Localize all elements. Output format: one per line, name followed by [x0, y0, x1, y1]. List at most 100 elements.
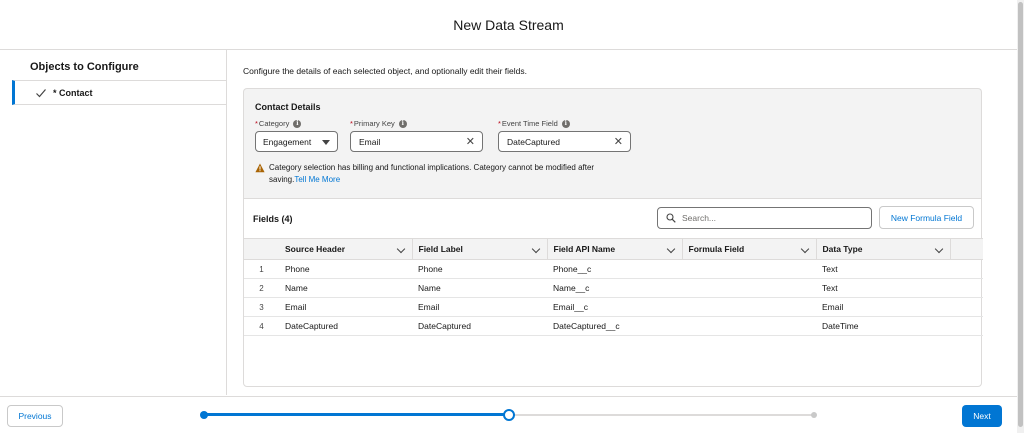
column-label: Source Header: [285, 244, 345, 254]
warning-icon: [255, 163, 265, 173]
clear-icon[interactable]: ✕: [614, 135, 623, 148]
required-marker: *: [255, 119, 258, 128]
progress-indicator: [200, 409, 817, 421]
column-header-source-header[interactable]: Source Header: [279, 238, 413, 260]
sidebar-heading: Objects to Configure: [30, 61, 139, 73]
primary-key-label: * Primary Key i: [350, 119, 407, 128]
formula-field-cell: [682, 278, 816, 298]
step-2-current[interactable]: [503, 409, 515, 421]
field-label-cell[interactable]: Phone: [412, 259, 547, 279]
formula-field-cell: [682, 316, 816, 336]
previous-button[interactable]: Previous: [7, 405, 63, 427]
column-header-field-api-name[interactable]: Field API Name: [547, 238, 683, 260]
field-label-cell[interactable]: Name: [412, 278, 547, 298]
table-row[interactable]: 3 Email Email Email__c Email: [244, 297, 983, 317]
event-time-label: * Event Time Field i: [498, 119, 570, 128]
event-time-value: DateCaptured: [507, 136, 560, 147]
table-row[interactable]: 2 Name Name Name__c Text: [244, 278, 983, 298]
source-header-cell: Phone: [279, 259, 412, 279]
info-icon[interactable]: i: [398, 119, 407, 128]
sidebar-item-label: * Contact: [53, 87, 93, 98]
modal-footer: Previous Next: [0, 396, 1017, 433]
column-header-formula-field[interactable]: Formula Field: [682, 238, 817, 260]
chevron-down-icon[interactable]: [666, 244, 675, 254]
primary-key-combobox[interactable]: Email ✕: [350, 131, 483, 152]
data-type-cell[interactable]: DateTime: [816, 316, 950, 336]
table-header-row: Source Header Field Label Field API Name…: [244, 238, 983, 260]
event-time-label-text: Event Time Field: [501, 119, 558, 128]
column-label: Data Type: [822, 244, 863, 254]
row-number: 3: [244, 297, 279, 317]
chevron-down-icon[interactable]: [934, 244, 943, 254]
chevron-down-icon[interactable]: [800, 244, 809, 254]
new-formula-field-button[interactable]: New Formula Field: [879, 206, 974, 229]
fields-search-input[interactable]: Search...: [657, 207, 872, 229]
column-header-field-label[interactable]: Field Label: [412, 238, 548, 260]
field-api-name-cell[interactable]: DateCaptured__c: [547, 316, 682, 336]
fields-table: Source Header Field Label Field API Name…: [244, 238, 983, 336]
chevron-down-icon: [322, 140, 330, 145]
contact-details-panel: Contact Details * Category i Engagement …: [243, 88, 982, 198]
scrollbar[interactable]: [1017, 0, 1024, 433]
checkmark-icon: [36, 88, 46, 97]
fields-panel: Fields (4) Search... New Formula Field S…: [243, 198, 983, 387]
table-row[interactable]: 1 Phone Phone Phone__c Text: [244, 259, 983, 279]
step-1-complete[interactable]: [200, 411, 208, 419]
row-number: 1: [244, 259, 279, 279]
chevron-down-icon[interactable]: [531, 244, 540, 254]
data-type-cell[interactable]: Text: [816, 278, 950, 298]
event-time-combobox[interactable]: DateCaptured ✕: [498, 131, 631, 152]
table-row[interactable]: 4 DateCaptured DateCaptured DateCaptured…: [244, 316, 983, 336]
data-type-cell[interactable]: Email: [816, 297, 950, 317]
intro-text: Configure the details of each selected o…: [243, 66, 527, 76]
category-label: * Category i: [255, 119, 302, 128]
required-marker: *: [498, 119, 501, 128]
category-select[interactable]: Engagement: [255, 131, 338, 152]
sidebar-item-contact[interactable]: * Contact: [12, 80, 226, 105]
source-header-cell: Name: [279, 278, 412, 298]
modal-title: New Data Stream: [453, 16, 564, 33]
modal-header: New Data Stream: [0, 0, 1017, 50]
data-type-cell[interactable]: Text: [816, 259, 950, 279]
category-value: Engagement: [263, 136, 312, 147]
search-icon: [666, 213, 676, 223]
column-label: Field Label: [418, 244, 463, 254]
required-marker: *: [350, 119, 353, 128]
field-api-name-cell[interactable]: Email__c: [547, 297, 682, 317]
search-placeholder: Search...: [682, 213, 717, 223]
primary-key-label-text: Primary Key: [353, 119, 395, 128]
field-label-cell[interactable]: Email: [412, 297, 547, 317]
step-3-upcoming[interactable]: [811, 412, 817, 418]
info-icon[interactable]: i: [293, 119, 302, 128]
row-actions-cell: [950, 259, 983, 279]
warning-message: Category selection has billing and funct…: [269, 162, 615, 186]
fields-title: Fields (4): [253, 214, 293, 224]
next-button[interactable]: Next: [962, 405, 1002, 427]
category-warning: Category selection has billing and funct…: [255, 162, 615, 186]
category-label-text: Category: [258, 119, 290, 128]
source-header-cell: DateCaptured: [279, 316, 412, 336]
row-actions-cell: [950, 316, 983, 336]
column-label: Field API Name: [553, 244, 616, 254]
primary-key-value: Email: [359, 136, 381, 147]
row-number-header: [244, 238, 279, 260]
progress-fill: [204, 413, 509, 416]
row-actions-cell: [950, 297, 983, 317]
tell-me-more-link[interactable]: Tell Me More: [294, 175, 340, 184]
field-api-name-cell[interactable]: Name__c: [547, 278, 682, 298]
chevron-down-icon[interactable]: [396, 244, 405, 254]
row-actions-cell: [950, 278, 983, 298]
field-label-cell[interactable]: DateCaptured: [412, 316, 547, 336]
source-header-cell: Email: [279, 297, 412, 317]
field-api-name-cell[interactable]: Phone__c: [547, 259, 682, 279]
row-number: 4: [244, 316, 279, 336]
row-number: 2: [244, 278, 279, 298]
column-label: Formula Field: [688, 244, 745, 254]
scrollbar-thumb[interactable]: [1018, 2, 1023, 427]
column-header-data-type[interactable]: Data Type: [816, 238, 951, 260]
formula-field-cell: [682, 259, 816, 279]
info-icon[interactable]: i: [561, 119, 570, 128]
formula-field-cell: [682, 297, 816, 317]
clear-icon[interactable]: ✕: [466, 135, 475, 148]
actions-header: [950, 238, 983, 260]
